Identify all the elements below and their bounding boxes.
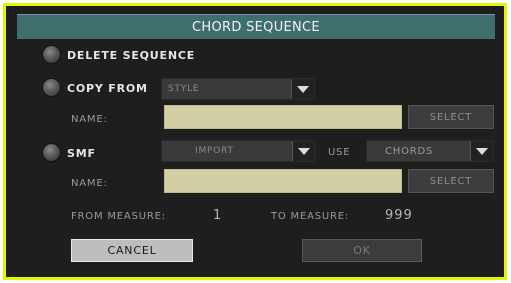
smf-name-field[interactable]: [164, 169, 402, 193]
smf-name-label: NAME:: [71, 178, 108, 189]
delete-sequence-label: DELETE SEQUENCE: [67, 49, 196, 62]
copy-from-name-field[interactable]: [164, 105, 402, 129]
to-measure-value[interactable]: 999: [385, 208, 413, 223]
cancel-button[interactable]: CANCEL: [71, 239, 193, 262]
from-measure-label: FROM MEASURE:: [71, 211, 166, 222]
chevron-down-icon[interactable]: [291, 79, 314, 99]
dialog-title: CHORD SEQUENCE: [17, 14, 495, 39]
chevron-down-icon[interactable]: [292, 141, 315, 161]
copy-from-select-button[interactable]: SELECT: [408, 105, 494, 129]
copy-from-name-label: NAME:: [71, 114, 108, 125]
ok-button[interactable]: OK: [302, 239, 422, 262]
smf-use-value: CHORDS: [385, 145, 434, 157]
copy-from-label: COPY FROM: [67, 82, 148, 95]
use-label: USE: [328, 147, 351, 158]
chevron-down-icon[interactable]: [470, 141, 493, 161]
delete-sequence-radio-icon[interactable]: [43, 46, 60, 63]
smf-select-button[interactable]: SELECT: [408, 169, 494, 193]
smf-mode-value: IMPORT: [195, 146, 234, 156]
chord-sequence-dialog: CHORD SEQUENCE DELETE SEQUENCE COPY FROM…: [3, 3, 507, 280]
smf-radio-icon[interactable]: [43, 144, 60, 161]
from-measure-value[interactable]: 1: [213, 208, 222, 223]
copy-from-source-value: STYLE: [168, 84, 200, 94]
smf-label: SMF: [67, 147, 96, 160]
smf-mode-dropdown[interactable]: IMPORT: [161, 140, 316, 162]
to-measure-label: TO MEASURE:: [271, 211, 350, 222]
smf-use-dropdown[interactable]: CHORDS: [366, 140, 494, 162]
copy-from-radio-icon[interactable]: [43, 79, 60, 96]
copy-from-source-dropdown[interactable]: STYLE: [161, 78, 315, 100]
